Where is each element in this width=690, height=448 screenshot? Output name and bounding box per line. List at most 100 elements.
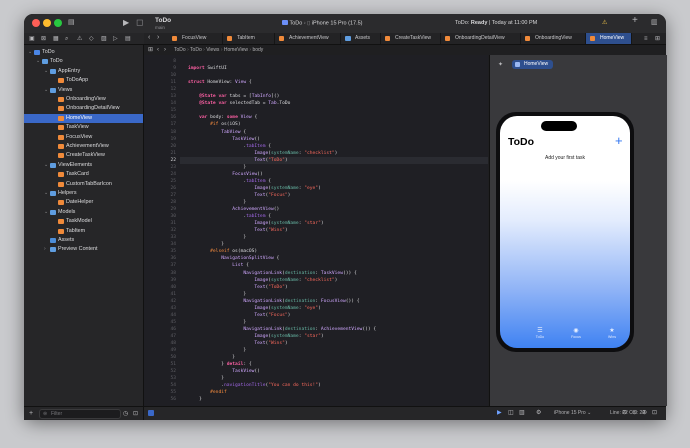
- add-editor-icon[interactable]: ⊞: [655, 35, 660, 43]
- navigator-item-customtabbaricon[interactable]: CustomTabBarIcon: [24, 180, 143, 189]
- navigator-item-onboardingdetailview[interactable]: OnboardingDetailView: [24, 104, 143, 113]
- selectable-preview-icon[interactable]: ◫: [508, 409, 514, 417]
- breakpoint-navigator-icon[interactable]: ▷: [113, 35, 118, 43]
- source-editor[interactable]: 8 9 10 11 12 13 14 15 16 17 18 19 20 21 22 23 24 25 26 27 28…: [144, 55, 488, 406]
- breadcrumb-item[interactable]: ToDo: [190, 47, 202, 53]
- add-file-icon[interactable]: +: [29, 410, 33, 418]
- symbol-navigator-icon[interactable]: ▦: [53, 35, 59, 43]
- checklist-icon: ☰: [537, 328, 543, 334]
- test-navigator-icon[interactable]: ◇: [89, 35, 94, 43]
- breadcrumb-item[interactable]: Views: [206, 47, 219, 53]
- breadcrumb-item[interactable]: HomeView: [224, 47, 248, 53]
- stop-icon[interactable]: ◻: [136, 18, 143, 27]
- report-navigator-icon[interactable]: ▤: [125, 35, 131, 43]
- device-screen[interactable]: ToDo + Add your first task: [500, 116, 630, 348]
- breadcrumb-item[interactable]: body: [252, 47, 263, 53]
- find-navigator-icon[interactable]: ⌕: [65, 35, 68, 43]
- code-token: Text: [254, 228, 266, 234]
- chevron-down-icon[interactable]: ⌄: [44, 86, 48, 95]
- chevron-down-icon[interactable]: ⌄: [44, 67, 48, 76]
- minimize-window-button[interactable]: [43, 19, 51, 27]
- issue-navigator-icon[interactable]: ⚠: [77, 35, 82, 43]
- navigator-toggle-icon[interactable]: ▤: [68, 19, 75, 27]
- back-icon[interactable]: ‹: [157, 46, 159, 54]
- device-menu[interactable]: iPhone 15 Pro ⌄: [550, 407, 595, 420]
- navigator-item-taskcard[interactable]: TaskCard: [24, 170, 143, 179]
- inspector-toggle-icon[interactable]: ▥: [651, 19, 658, 27]
- breadcrumb-item[interactable]: ToDo: [174, 47, 186, 53]
- chevron-right-icon[interactable]: ›: [44, 245, 46, 254]
- tab-achievementview[interactable]: AchievementView: [275, 33, 341, 44]
- preview-chip[interactable]: HomeView: [512, 60, 554, 69]
- navigator-item-focusview[interactable]: FocusView: [24, 133, 143, 142]
- chevron-down-icon[interactable]: ⌄: [44, 189, 48, 198]
- navigator-item-viewelements[interactable]: ⌄ ViewElements: [24, 161, 143, 170]
- code-line: .tabItem {: [188, 178, 271, 185]
- add-library-icon[interactable]: +: [632, 16, 638, 26]
- tab-focusview[interactable]: FocusView: [168, 33, 223, 44]
- navigator-item-createtaskview[interactable]: CreateTaskView: [24, 151, 143, 160]
- tab-createtaskview[interactable]: CreateTaskView: [381, 33, 441, 44]
- navigator-item-views[interactable]: ⌄ Views: [24, 86, 143, 95]
- device-settings-icon[interactable]: ⚙: [536, 409, 541, 417]
- pin-icon[interactable]: ✦: [498, 61, 503, 69]
- tab-onboardingview[interactable]: OnboardingView: [521, 33, 586, 44]
- navigator-item-assets[interactable]: Assets: [24, 236, 143, 245]
- project-navigator-icon[interactable]: ▣: [29, 35, 35, 43]
- chevron-down-icon[interactable]: ⌄: [44, 161, 48, 170]
- navigator-item-models[interactable]: ⌄ Models: [24, 208, 143, 217]
- navigator-item-tabitem[interactable]: TabItem: [24, 227, 143, 236]
- navigator-item-appentry[interactable]: ⌄ AppEntry: [24, 67, 143, 76]
- preview-tab-wins[interactable]: ★ Wins: [601, 328, 623, 339]
- navigator-item-preview-content[interactable]: › Preview Content: [24, 245, 143, 254]
- preview-tab-todo[interactable]: ☰ ToDo: [529, 328, 551, 339]
- tab-homeview[interactable]: HomeView: [586, 33, 632, 44]
- navigator-item-onboardingview[interactable]: OnboardingView: [24, 95, 143, 104]
- forward-icon[interactable]: ›: [164, 46, 166, 54]
- warning-icon[interactable]: ⚠: [602, 19, 607, 27]
- chevron-down-icon[interactable]: ⌄: [36, 57, 40, 66]
- tab-tabitem[interactable]: TabItem: [223, 33, 275, 44]
- code-token: NavigationLink: [243, 270, 283, 276]
- navigator-item-taskmodel[interactable]: TaskModel: [24, 217, 143, 226]
- navigator-item-todoapp[interactable]: ToDoApp: [24, 76, 143, 85]
- debug-area-toggle-icon[interactable]: [148, 410, 154, 416]
- zoom-to-fit-icon[interactable]: ⊡: [652, 409, 657, 417]
- navigator-item-homeview[interactable]: HomeView: [24, 113, 143, 123]
- debug-navigator-icon[interactable]: ▨: [101, 35, 107, 43]
- navigator-item-todo[interactable]: ⌄ ToDo: [24, 57, 143, 66]
- zoom-in-icon[interactable]: ⊕: [642, 409, 647, 417]
- tab-onboardingdetailview[interactable]: OnboardingDetailView: [441, 33, 521, 44]
- tab-assets[interactable]: Assets: [341, 33, 381, 44]
- run-button-icon[interactable]: ▶: [123, 19, 129, 27]
- zoom-window-button[interactable]: [54, 19, 62, 27]
- code-line: }: [188, 199, 246, 206]
- navigator-item-todo[interactable]: ⌄ ToDo: [24, 48, 143, 57]
- source-control-filter-icon[interactable]: ⊡: [133, 410, 138, 418]
- add-task-button[interactable]: +: [615, 133, 623, 148]
- preview-tab-focus[interactable]: ◉ Focus: [565, 328, 587, 339]
- navigator-item-datehelper[interactable]: DateHelper: [24, 198, 143, 207]
- forward-icon[interactable]: ›: [157, 34, 159, 42]
- recent-files-icon[interactable]: ◷: [123, 410, 128, 418]
- zoom-out-icon[interactable]: ⊖: [622, 409, 627, 417]
- back-icon[interactable]: ‹: [148, 34, 150, 42]
- source-control-icon[interactable]: ⊠: [41, 35, 46, 43]
- chevron-down-icon[interactable]: ⌄: [28, 48, 32, 57]
- close-window-button[interactable]: [32, 19, 40, 27]
- related-items-icon[interactable]: ⊞: [148, 46, 153, 54]
- variants-icon[interactable]: ▥: [519, 409, 525, 417]
- swift-file-icon: [279, 36, 284, 41]
- code-line: Text("Focus"): [188, 192, 290, 199]
- navigator-item-achievementview[interactable]: AchievementView: [24, 142, 143, 151]
- navigator-item-taskview[interactable]: TaskView: [24, 123, 143, 132]
- scheme-selector[interactable]: ToDo › ▯ iPhone 15 Pro (17.5): [282, 20, 363, 27]
- editor-options-icon[interactable]: ≡: [644, 35, 648, 43]
- live-preview-icon[interactable]: ▶: [497, 409, 502, 417]
- filter-field[interactable]: ⊜ Filter: [39, 409, 121, 419]
- zoom-100-icon[interactable]: ⊙: [632, 409, 637, 417]
- navigator-item-helpers[interactable]: ⌄ Helpers: [24, 189, 143, 198]
- chevron-down-icon[interactable]: ⌄: [44, 208, 48, 217]
